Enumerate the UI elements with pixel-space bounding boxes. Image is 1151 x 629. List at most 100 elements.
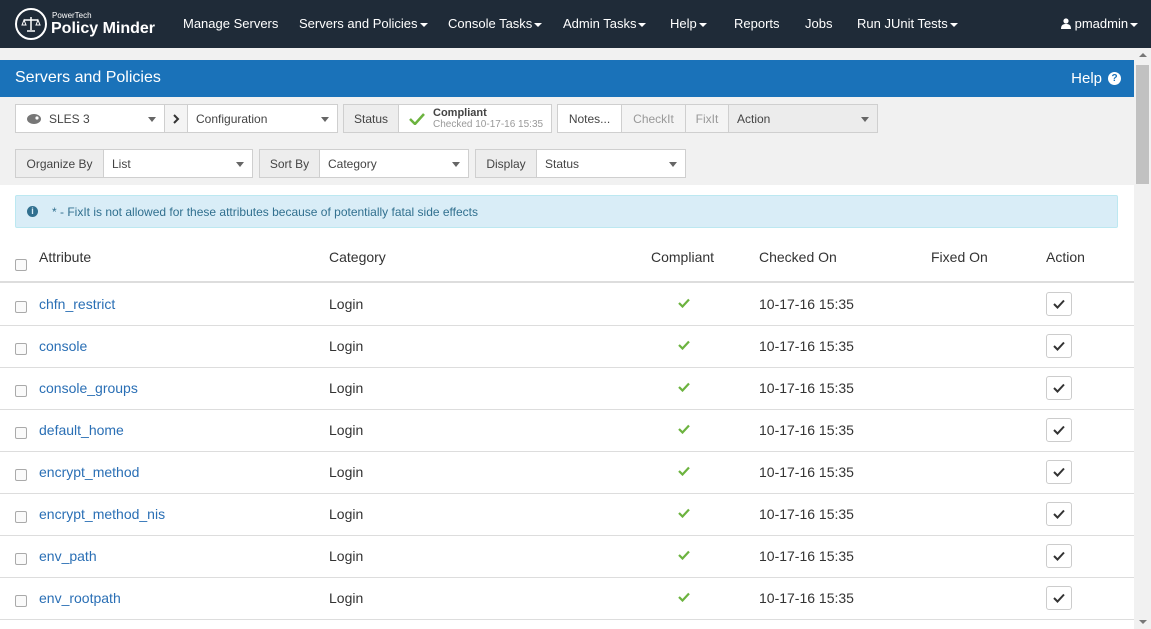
- attribute-link[interactable]: env_path: [39, 548, 97, 564]
- checkit-button-label: CheckIt: [633, 111, 674, 126]
- checked-on-cell: 10-17-16 15:35: [759, 380, 854, 396]
- status-checked: Checked 10-17-16 15:35: [433, 118, 544, 130]
- panel-help-label: Help: [1071, 70, 1102, 87]
- action-select-value: Action: [737, 111, 771, 126]
- scroll-thumb[interactable]: [1136, 65, 1149, 184]
- panel-header: Servers and Policies Help ?: [0, 60, 1134, 97]
- scroll-down-arrow-icon[interactable]: [1139, 620, 1147, 624]
- row-checkbox[interactable]: [15, 469, 27, 481]
- organize-by-value: List: [112, 156, 131, 171]
- table-header: Attribute Category Compliant Checked On …: [0, 236, 1134, 283]
- row-checkbox[interactable]: [15, 301, 27, 313]
- caret-down-icon: [534, 22, 543, 27]
- nav-jobs-label: Jobs: [805, 16, 833, 31]
- organize-by-select[interactable]: List: [103, 149, 253, 178]
- panel-help-link[interactable]: Help ?: [1071, 70, 1121, 87]
- vertical-scrollbar[interactable]: [1134, 48, 1151, 629]
- row-checkbox[interactable]: [15, 511, 27, 523]
- attribute-link[interactable]: encrypt_method_nis: [39, 506, 165, 522]
- select-all-checkbox[interactable]: [15, 259, 27, 271]
- notes-button[interactable]: Notes...: [557, 104, 622, 133]
- nav-console-tasks[interactable]: Console Tasks: [448, 0, 543, 48]
- fixit-button-label: FixIt: [695, 111, 719, 126]
- header-compliant[interactable]: Compliant: [651, 249, 714, 265]
- display-select[interactable]: Status: [536, 149, 686, 178]
- server-select[interactable]: SLES 3: [15, 104, 165, 133]
- attribute-link[interactable]: default_home: [39, 422, 124, 438]
- status-label: Status: [343, 104, 399, 133]
- sort-by-select[interactable]: Category: [319, 149, 469, 178]
- nav-servers-policies[interactable]: Servers and Policies: [299, 0, 428, 48]
- check-icon: [1053, 299, 1065, 309]
- header-category[interactable]: Category: [329, 249, 386, 265]
- checkit-row-button[interactable]: [1046, 418, 1072, 442]
- question-circle-icon: ?: [1108, 72, 1121, 85]
- row-checkbox[interactable]: [15, 385, 27, 397]
- nav-user-menu[interactable]: pmadmin: [1061, 0, 1139, 48]
- checkit-row-button[interactable]: [1046, 334, 1072, 358]
- brand-small-label: PowerTech: [52, 10, 92, 20]
- display-label-text: Display: [486, 156, 526, 171]
- view-select[interactable]: Configuration: [187, 104, 338, 133]
- compliant-check-icon: [678, 592, 690, 602]
- row-checkbox[interactable]: [15, 427, 27, 439]
- category-cell: Login: [329, 296, 364, 312]
- checkit-row-button[interactable]: [1046, 544, 1072, 568]
- suse-logo-icon: [27, 113, 41, 124]
- nav-help[interactable]: Help: [670, 0, 707, 48]
- nav-reports[interactable]: Reports: [734, 0, 780, 48]
- chevron-right-button[interactable]: [164, 104, 188, 133]
- nav-manage-servers-label: Manage Servers: [183, 16, 279, 31]
- status-value: Compliant: [433, 106, 487, 119]
- row-checkbox[interactable]: [15, 553, 27, 565]
- compliant-check-icon: [678, 466, 690, 476]
- nav-admin-tasks[interactable]: Admin Tasks: [563, 0, 647, 48]
- checkit-button[interactable]: CheckIt: [621, 104, 686, 133]
- organize-by-label: Organize By: [15, 149, 104, 178]
- checkit-row-button[interactable]: [1046, 460, 1072, 484]
- row-checkbox[interactable]: [15, 343, 27, 355]
- checkit-row-button[interactable]: [1046, 292, 1072, 316]
- table-row: console Login 10-17-16 15:35: [0, 326, 1134, 368]
- checkit-row-button[interactable]: [1046, 502, 1072, 526]
- header-checked-on[interactable]: Checked On: [759, 249, 837, 265]
- brand[interactable]: PowerTech Policy Minder: [15, 8, 155, 40]
- category-cell: Login: [329, 338, 364, 354]
- header-action: Action: [1046, 249, 1085, 265]
- table-row: env_rootpath Login 10-17-16 15:35: [0, 578, 1134, 620]
- nav-run-junit-tests[interactable]: Run JUnit Tests: [857, 0, 958, 48]
- category-cell: Login: [329, 422, 364, 438]
- checkit-row-button[interactable]: [1046, 376, 1072, 400]
- content-gap: [0, 48, 1134, 60]
- info-alert: i * - FixIt is not allowed for these att…: [15, 195, 1118, 228]
- attribute-link[interactable]: console_groups: [39, 380, 138, 396]
- nav-manage-servers[interactable]: Manage Servers: [183, 0, 278, 48]
- checkit-row-button[interactable]: [1046, 586, 1072, 610]
- check-icon: [1053, 341, 1065, 351]
- attribute-link[interactable]: console: [39, 338, 87, 354]
- attribute-link[interactable]: env_rootpath: [39, 590, 121, 606]
- fixit-button[interactable]: FixIt: [685, 104, 729, 133]
- compliant-check-icon: [678, 340, 690, 350]
- nav-help-label: Help: [670, 16, 697, 31]
- brand-text: PowerTech Policy Minder: [51, 10, 155, 37]
- check-icon: [1053, 509, 1065, 519]
- header-fixed-on[interactable]: Fixed On: [931, 249, 988, 265]
- page-title: Servers and Policies: [15, 69, 161, 86]
- checked-on-cell: 10-17-16 15:35: [759, 548, 854, 564]
- nav-jobs[interactable]: Jobs: [805, 0, 832, 48]
- table-row: console_groups Login 10-17-16 15:35: [0, 368, 1134, 410]
- checked-on-cell: 10-17-16 15:35: [759, 296, 854, 312]
- scales-logo-icon: [15, 8, 47, 40]
- check-icon: [1053, 383, 1065, 393]
- scroll-up-arrow-icon[interactable]: [1139, 53, 1147, 57]
- attribute-link[interactable]: encrypt_method: [39, 464, 139, 480]
- table-row: encrypt_method Login 10-17-16 15:35: [0, 452, 1134, 494]
- row-checkbox[interactable]: [15, 595, 27, 607]
- action-select[interactable]: Action: [728, 104, 878, 133]
- status-badge: Compliant Checked 10-17-16 15:35: [398, 104, 552, 133]
- caret-down-icon: [698, 22, 707, 27]
- attribute-link[interactable]: chfn_restrict: [39, 296, 115, 312]
- checked-on-cell: 10-17-16 15:35: [759, 506, 854, 522]
- header-attribute[interactable]: Attribute: [39, 249, 91, 265]
